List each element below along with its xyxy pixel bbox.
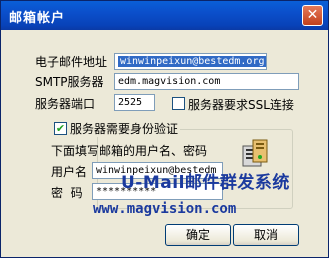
close-button[interactable]: ✕ bbox=[302, 5, 323, 26]
port-label: 服务器端口 bbox=[35, 97, 96, 111]
window-title: 邮箱帐户 bbox=[9, 11, 66, 26]
ok-button[interactable]: 确定 bbox=[165, 224, 231, 246]
smtp-value: edm.magvision.com bbox=[118, 76, 221, 87]
mailbox-account-dialog: 邮箱帐户 ✕ 电子邮件地址 winwinpeixun@bestedm.org S… bbox=[0, 0, 329, 258]
port-field[interactable]: 2525 bbox=[114, 94, 155, 111]
password-label: 密 码 bbox=[51, 186, 83, 200]
cancel-button[interactable]: 取消 bbox=[233, 224, 299, 246]
watermark-url: www.magvision.com bbox=[93, 201, 237, 217]
auth-checkbox[interactable]: ✔ bbox=[54, 122, 67, 135]
server-icon bbox=[242, 139, 268, 167]
ssl-checkbox[interactable] bbox=[172, 97, 185, 110]
port-value: 2525 bbox=[118, 97, 143, 108]
smtp-server-field[interactable]: edm.magvision.com bbox=[114, 73, 299, 90]
username-label: 用户名 bbox=[51, 165, 88, 179]
auth-hint: 下面填写邮箱的用户名、密码 bbox=[51, 144, 208, 158]
email-value: winwinpeixun@bestedm.org bbox=[118, 56, 266, 67]
watermark-product-name: U-Mail邮件群发系统 bbox=[121, 173, 290, 193]
email-field[interactable]: winwinpeixun@bestedm.org bbox=[114, 53, 267, 70]
close-icon: ✕ bbox=[306, 7, 319, 23]
ssl-label: 服务器要求SSL连接 bbox=[188, 98, 294, 112]
auth-label: 服务器需要身份验证 bbox=[70, 120, 181, 137]
email-label: 电子邮件地址 bbox=[35, 55, 108, 69]
check-icon: ✔ bbox=[55, 122, 66, 135]
title-bar[interactable]: 邮箱帐户 ✕ bbox=[1, 1, 328, 30]
smtp-label: SMTP服务器 bbox=[35, 75, 104, 89]
